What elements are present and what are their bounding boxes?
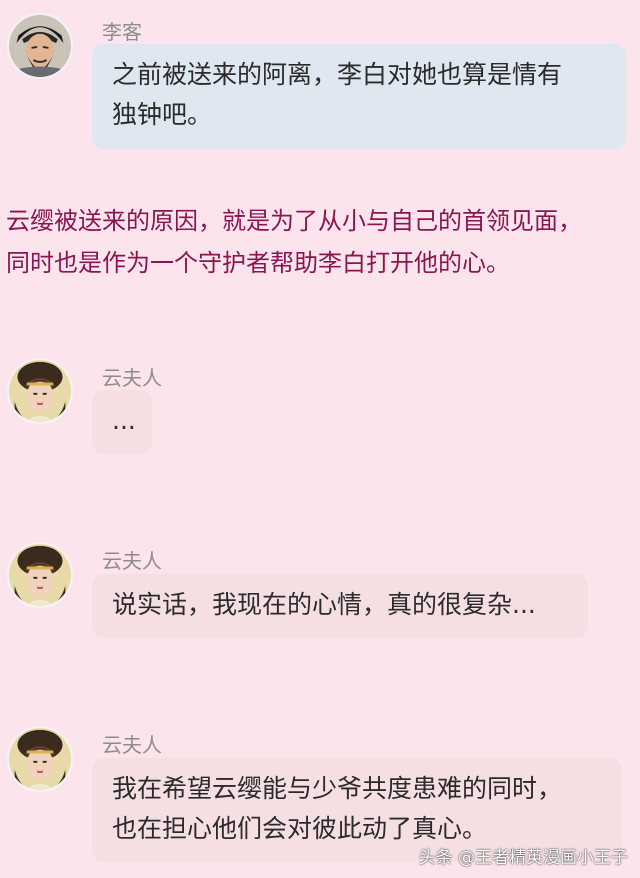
message-text-line: 我在希望云缨能与少爷共度患难的同时， (112, 774, 563, 803)
narration-line: 同时也是作为一个守护者帮助李白打开他的心。 (6, 249, 510, 277)
sender-name: 云夫人 (102, 366, 162, 390)
narration-line: 云缨被送来的原因，就是为了从小与自己的首领见面， (6, 207, 582, 235)
message-bubble[interactable]: 说实话，我现在的心情，真的很复杂... (92, 574, 588, 638)
man-portrait-icon (9, 15, 71, 77)
message-text-line: 之前被送来的阿离，李白对她也算是情有 (112, 60, 563, 89)
message-bubble[interactable]: ... (92, 390, 152, 454)
avatar-yun-furen[interactable] (7, 358, 73, 424)
watermark: 头条 @王者精英漫画小王子 (418, 848, 628, 868)
message-text-line: ... (112, 406, 136, 435)
avatar-li-ke[interactable] (7, 13, 73, 79)
sender-name: 李客 (102, 20, 142, 44)
woman-portrait-icon (9, 728, 71, 790)
woman-portrait-icon (9, 544, 71, 606)
message-text-line: 说实话，我现在的心情，真的很复杂... (112, 590, 536, 619)
sender-name: 云夫人 (102, 549, 162, 573)
message-bubble[interactable]: 之前被送来的阿离，李白对她也算是情有 独钟吧。 (92, 44, 626, 149)
message-text-line: 独钟吧。 (112, 100, 213, 129)
woman-portrait-icon (9, 360, 71, 422)
avatar-yun-furen[interactable] (7, 726, 73, 792)
narration-text: 云缨被送来的原因，就是为了从小与自己的首领见面， 同时也是作为一个守护者帮助李白… (6, 200, 640, 284)
sender-name: 云夫人 (102, 733, 162, 757)
avatar-yun-furen[interactable] (7, 542, 73, 608)
